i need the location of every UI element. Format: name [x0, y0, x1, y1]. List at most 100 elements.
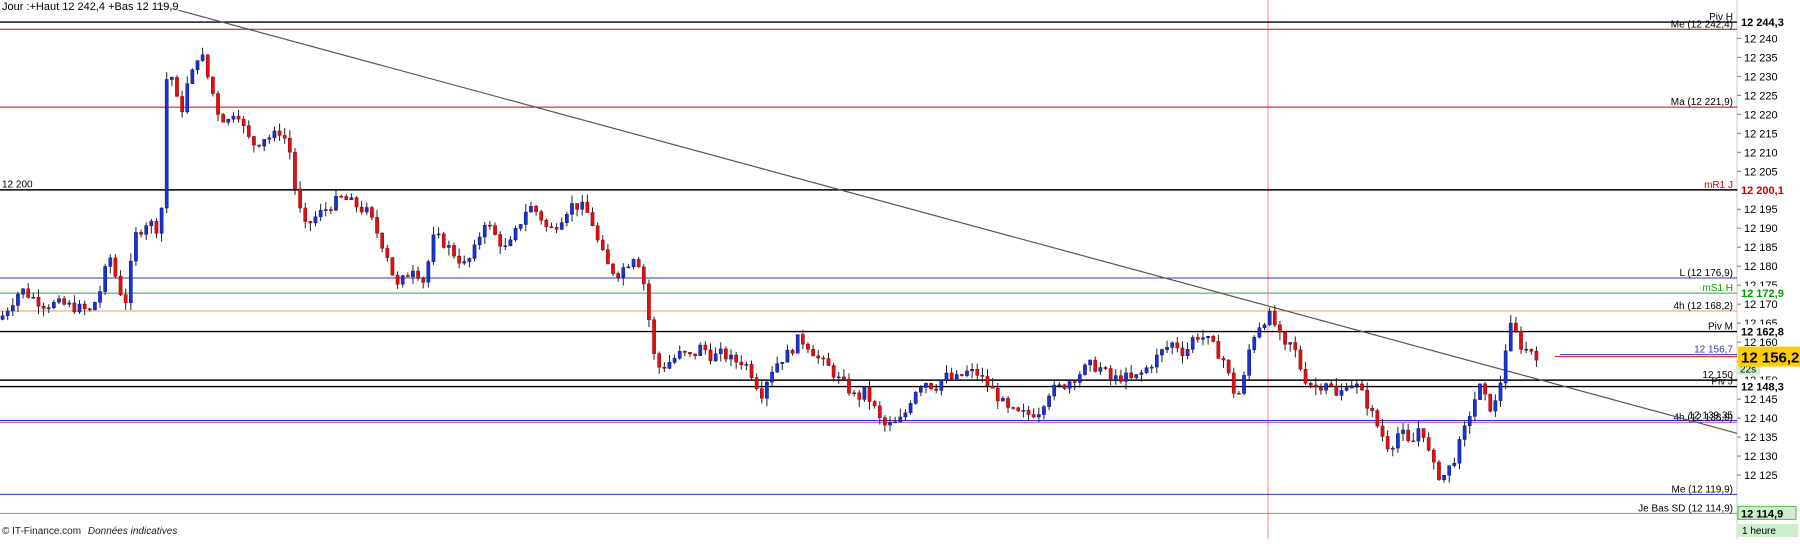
level-label: 4h (12 168,2) [1674, 301, 1734, 312]
candle-body [236, 115, 241, 120]
candle-body [688, 352, 692, 355]
candle-body [477, 236, 482, 246]
candle-body [960, 374, 964, 376]
candle-body [703, 344, 708, 351]
candle-body [200, 54, 205, 61]
candle-body [585, 201, 590, 213]
candle-body [462, 261, 467, 264]
candle-body [205, 54, 210, 78]
candle-body [457, 255, 461, 264]
candle-body [672, 357, 677, 363]
candle-body [93, 302, 97, 311]
candle-body [765, 381, 769, 399]
candle-body [1421, 428, 1426, 438]
candle-body [1380, 425, 1385, 437]
candle-body [903, 412, 908, 418]
candle-body [77, 303, 82, 313]
candle-body [303, 207, 308, 222]
candle-body [154, 220, 159, 234]
candle-body [1298, 349, 1303, 370]
candle-body [995, 387, 1000, 402]
y-tick-label: 12 195 [1744, 204, 1778, 216]
y-tick-label: 12 240 [1744, 33, 1778, 45]
candle-body [1519, 330, 1523, 350]
candle-body [1329, 383, 1334, 387]
candle-body [1098, 367, 1103, 372]
candle-body [390, 257, 395, 276]
candle-body [226, 118, 231, 123]
candle-body [67, 302, 72, 305]
candle-body [123, 294, 128, 303]
candle-body [1149, 366, 1154, 369]
candle-body [21, 288, 25, 295]
candle-body [359, 206, 364, 213]
candle-body [405, 275, 410, 277]
candle-body [493, 225, 497, 235]
candle-body [1108, 368, 1113, 380]
candle-body [46, 307, 51, 309]
candle-body [847, 378, 851, 394]
candle-body [683, 350, 687, 353]
candle-body [965, 370, 969, 376]
candle-body [1160, 349, 1164, 356]
candle-body [826, 358, 831, 366]
candle-body [139, 232, 143, 235]
candle-body [508, 239, 513, 246]
candle-body [1313, 384, 1318, 388]
candle-body [816, 355, 821, 359]
candle-body [1508, 322, 1513, 352]
candle-body [1349, 385, 1354, 389]
candle-body [308, 221, 313, 224]
candle-body [667, 362, 672, 369]
candle-body [344, 196, 349, 201]
candle-body [1257, 327, 1262, 338]
candle-body [1078, 374, 1082, 383]
price-chart[interactable]: Piv HMe (12 242,4)Ma (12 221,9)mR1 JL (1… [0, 0, 1800, 539]
candle-body [36, 296, 41, 307]
candle-body [513, 228, 518, 241]
candle-body [267, 137, 272, 140]
level-price-label: 12 172,9 [1741, 288, 1784, 300]
candle-body [1503, 350, 1508, 384]
candle-body [1319, 386, 1323, 391]
candle-body [949, 372, 954, 379]
candle-body [580, 201, 585, 210]
level-label: 4h (12 138,9) [1674, 412, 1734, 423]
candle-body [1447, 465, 1452, 476]
candle-body [1180, 347, 1185, 356]
candle-body [1201, 337, 1205, 340]
candle-body [416, 270, 420, 279]
candle-body [293, 151, 297, 190]
candle-body [1498, 382, 1503, 401]
candle-body [1411, 440, 1416, 443]
candle-body [718, 348, 723, 355]
y-tick-label: 12 125 [1744, 470, 1778, 482]
candle-body [482, 224, 487, 238]
candle-body [606, 249, 610, 265]
candle-body [641, 266, 646, 285]
candle-body [529, 206, 533, 213]
candle-body [1339, 390, 1344, 396]
candle-body [431, 234, 436, 262]
level-label: Ma (12 221,9) [1671, 97, 1733, 108]
candle-body [472, 244, 477, 259]
candle-body [1237, 393, 1241, 395]
candle-body [1478, 383, 1482, 400]
candle-body [621, 267, 626, 278]
candle-body [888, 422, 892, 426]
candle-body [1293, 342, 1298, 351]
candle-body [1370, 408, 1375, 411]
interval-label: 1 heure [1742, 526, 1776, 537]
y-tick-label: 12 220 [1744, 109, 1778, 121]
candle-body [1457, 439, 1462, 464]
candle-body [149, 220, 154, 226]
candle-body [103, 266, 108, 292]
candle-body [554, 227, 559, 230]
candle-body [298, 188, 302, 209]
candle-body [1031, 414, 1036, 418]
chart-title: Jour :+Haut 12 242,4 +Bas 12 119,9 [2, 1, 179, 13]
candle-body [939, 379, 944, 391]
candle-body [1385, 436, 1390, 450]
candle-body [631, 259, 636, 268]
candle-body [893, 421, 898, 424]
